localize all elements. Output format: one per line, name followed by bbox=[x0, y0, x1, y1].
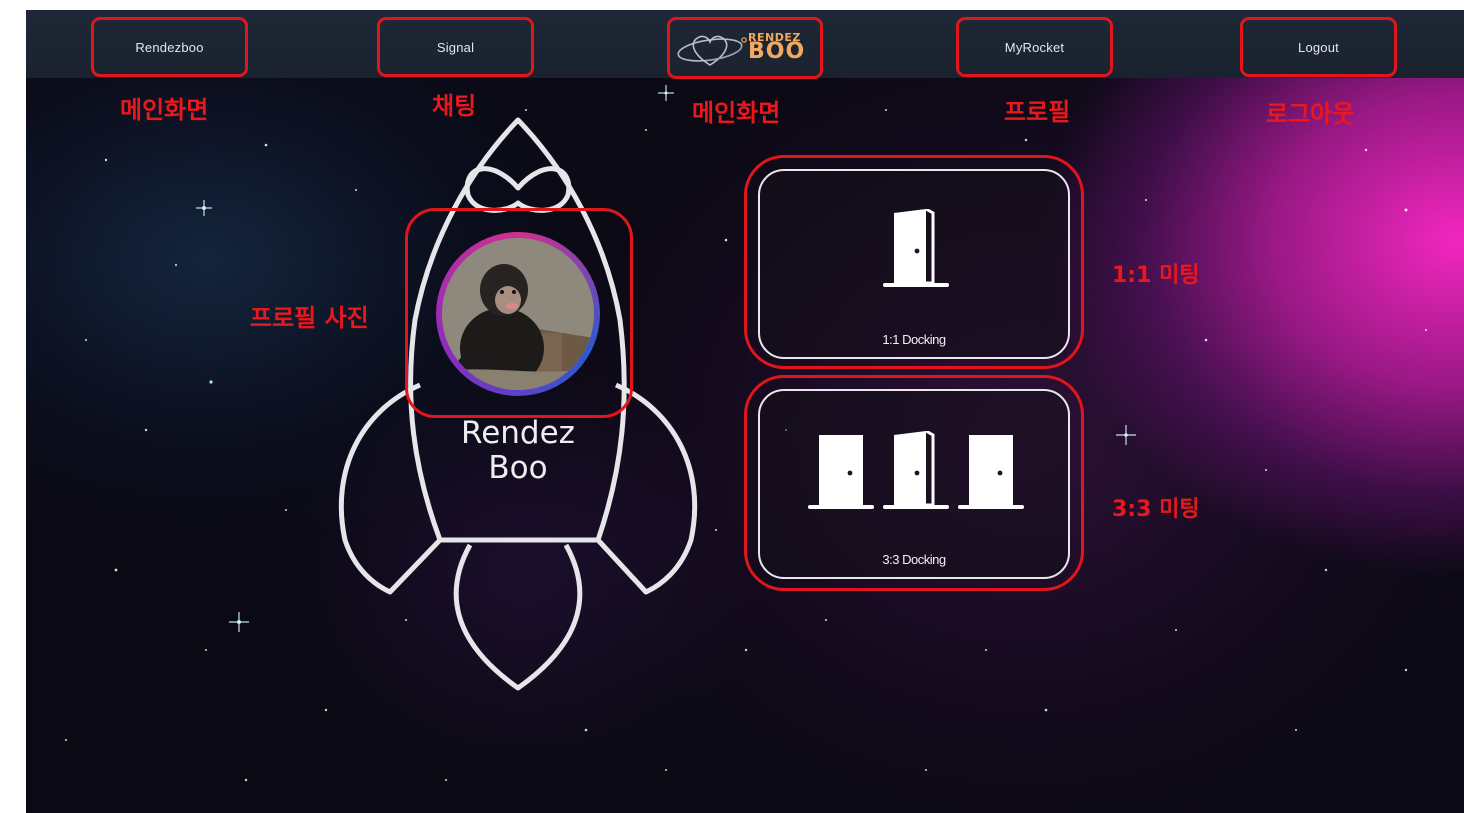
door-icon bbox=[883, 431, 949, 509]
profile-photo-highlight bbox=[405, 208, 633, 418]
rocket-title: Rendez Boo bbox=[418, 416, 618, 486]
one-docking-card[interactable]: 1:1 Docking bbox=[758, 169, 1070, 359]
annotation-profile-photo: 프로필 사진 bbox=[250, 304, 369, 332]
door-icon bbox=[958, 435, 1024, 509]
one-docking-label: 1:1 Docking bbox=[882, 332, 946, 347]
rocket-title-line2: Boo bbox=[488, 450, 548, 486]
three-docking-card[interactable]: 3:3 Docking bbox=[758, 389, 1070, 579]
rocket-title-line1: Rendez bbox=[461, 415, 575, 451]
three-docking-label: 3:3 Docking bbox=[882, 552, 946, 567]
door-icon bbox=[808, 435, 874, 509]
rocket-outline-icon bbox=[338, 117, 698, 691]
door-icon bbox=[883, 209, 949, 287]
annotation-one-on-one: 1:1 미팅 bbox=[1112, 263, 1200, 288]
annotation-three-on-three: 3:3 미팅 bbox=[1112, 497, 1200, 522]
